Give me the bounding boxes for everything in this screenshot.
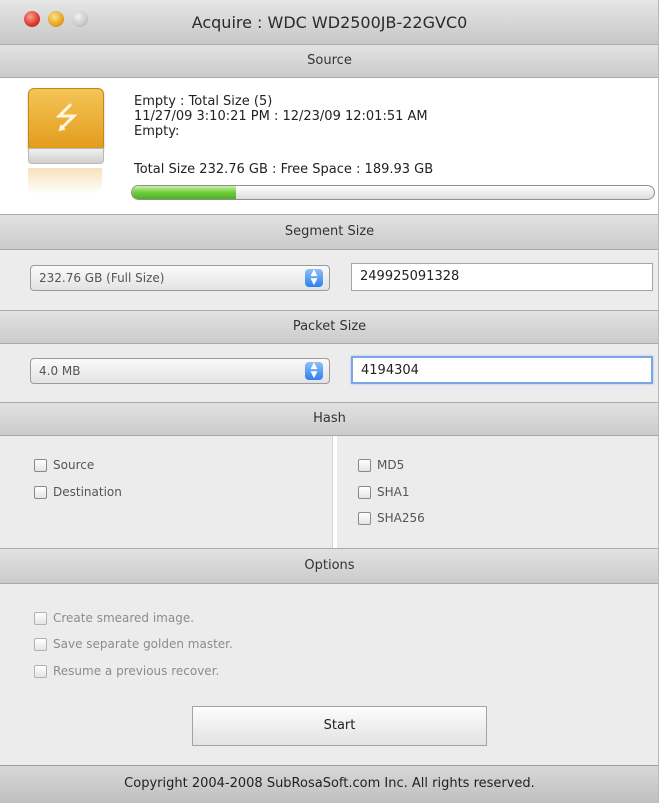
hash-sha1-checkbox[interactable]: SHA1 — [358, 485, 409, 499]
progress-fill — [132, 186, 237, 199]
segment-size-section: 232.76 GB (Full Size) ▲ ▼ 249925091328 — [0, 250, 658, 310]
select-arrows-icon: ▲ ▼ — [305, 269, 323, 287]
usb-drive-icon: ⭍ — [28, 88, 104, 152]
drive-reflection — [28, 168, 102, 194]
start-button[interactable]: Start — [192, 706, 487, 746]
packet-size-select-value: 4.0 MB — [39, 364, 81, 378]
resume-recover-checkbox[interactable]: Resume a previous recover. — [34, 664, 219, 678]
drive-base — [28, 148, 104, 164]
packet-size-field[interactable]: 4194304 — [351, 356, 653, 384]
save-golden-master-label: Save separate golden master. — [53, 637, 233, 651]
segment-size-select-value: 232.76 GB (Full Size) — [39, 271, 165, 285]
hash-source-checkbox[interactable]: Source — [34, 458, 94, 472]
source-size-line: Total Size 232.76 GB : Free Space : 189.… — [134, 162, 434, 177]
segment-size-field[interactable]: 249925091328 — [351, 263, 653, 291]
segment-size-header: Segment Size — [0, 214, 658, 250]
hash-source-label: Source — [53, 458, 95, 472]
acquire-window: Acquire : WDC WD2500JB-22GVC0 Source ⭍ E… — [0, 0, 659, 803]
create-smeared-image-checkbox[interactable]: Create smeared image. — [34, 611, 194, 625]
source-empty-line: Empty: — [134, 124, 180, 139]
hash-sha256-checkbox[interactable]: SHA256 — [358, 511, 425, 525]
title-bar: Acquire : WDC WD2500JB-22GVC0 — [0, 0, 658, 45]
create-smeared-image-label: Create smeared image. — [53, 611, 195, 625]
checkbox-box — [34, 664, 47, 678]
source-header: Source — [0, 44, 658, 78]
hash-destination-checkbox[interactable]: Destination — [34, 485, 122, 499]
source-dates-line: 11/27/09 3:10:21 PM : 12/23/09 12:01:51 … — [134, 109, 428, 124]
checkbox-box — [358, 458, 371, 472]
options-header: Options — [0, 548, 658, 584]
resume-recover-label: Resume a previous recover. — [53, 664, 220, 678]
segment-size-select[interactable]: 232.76 GB (Full Size) ▲ ▼ — [30, 265, 330, 291]
packet-size-section: 4.0 MB ▲ ▼ 4194304 — [0, 344, 658, 402]
checkbox-box — [34, 485, 47, 499]
free-space-progress-bar — [131, 185, 655, 200]
checkbox-box — [358, 511, 371, 525]
hash-sha1-label: SHA1 — [377, 485, 410, 499]
source-status-line: Empty : Total Size (5) — [134, 94, 273, 109]
hash-destination-label: Destination — [53, 485, 122, 499]
checkbox-box — [34, 458, 47, 472]
window-title: Acquire : WDC WD2500JB-22GVC0 — [191, 13, 468, 32]
packet-size-select[interactable]: 4.0 MB ▲ ▼ — [30, 358, 330, 384]
hash-sha256-label: SHA256 — [377, 511, 425, 525]
packet-size-header: Packet Size — [0, 310, 658, 344]
copyright-footer: Copyright 2004-2008 SubRosaSoft.com Inc.… — [0, 765, 658, 803]
hash-md5-label: MD5 — [377, 458, 405, 472]
hash-section: Source Destination MD5 SHA1 SHA256 — [0, 436, 658, 548]
select-arrows-icon: ▲ ▼ — [305, 362, 323, 380]
hash-header: Hash — [0, 402, 658, 436]
hash-divider — [332, 436, 337, 548]
hash-md5-checkbox[interactable]: MD5 — [358, 458, 404, 472]
checkbox-box — [34, 637, 47, 651]
checkbox-box — [358, 485, 371, 499]
usb-symbol-icon: ⭍ — [54, 101, 79, 136]
save-golden-master-checkbox[interactable]: Save separate golden master. — [34, 637, 233, 651]
checkbox-box — [34, 611, 47, 625]
